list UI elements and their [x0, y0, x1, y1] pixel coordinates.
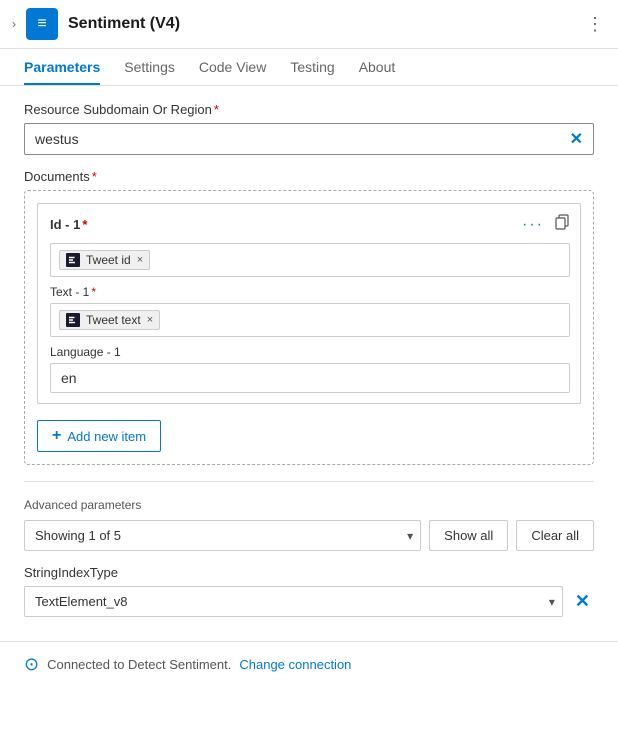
string-index-dropdown[interactable]: TextElement_v8 UnicodeCodePoint Utf16Cod…	[24, 586, 563, 617]
advanced-row: Showing 1 of 5 ▾ Show all Clear all	[24, 520, 594, 551]
showing-dropdown-wrapper: Showing 1 of 5 ▾	[24, 520, 421, 551]
tab-code-view[interactable]: Code View	[199, 49, 266, 85]
tweet-text-chip: Tweet text ×	[59, 310, 160, 330]
resource-field-label: Resource Subdomain Or Region*	[24, 102, 594, 117]
app-header: › ≡ Sentiment (V4) ⋮	[0, 0, 618, 49]
tab-about[interactable]: About	[359, 49, 396, 85]
documents-label: Documents*	[24, 169, 594, 184]
language-field-label: Language - 1	[50, 345, 570, 359]
menu-icon: ≡	[37, 15, 46, 33]
connection-icon: ⊙	[24, 654, 39, 675]
tab-bar: Parameters Settings Code View Testing Ab…	[0, 49, 618, 86]
more-options-icon[interactable]: ⋮	[586, 14, 606, 35]
footer: ⊙ Connected to Detect Sentiment. Change …	[0, 641, 618, 687]
tweet-id-label: Tweet id	[86, 253, 131, 267]
string-index-label: StringIndexType	[24, 565, 594, 580]
collapse-icon[interactable]: ›	[12, 17, 16, 31]
tweet-text-remove[interactable]: ×	[147, 314, 153, 326]
menu-button[interactable]: ≡	[26, 8, 58, 40]
tab-settings[interactable]: Settings	[124, 49, 175, 85]
page-title: Sentiment (V4)	[68, 15, 576, 33]
add-new-item-button[interactable]: + Add new item	[37, 420, 161, 452]
text-chip-input[interactable]: Tweet text ×	[50, 303, 570, 337]
main-content: Resource Subdomain Or Region* ✕ Document…	[0, 86, 618, 633]
clear-all-button[interactable]: Clear all	[516, 520, 594, 551]
chip-icon-2	[66, 313, 80, 327]
clear-string-index-icon[interactable]: ✕	[571, 587, 594, 616]
footer-text: Connected to Detect Sentiment.	[47, 657, 231, 672]
id-chip-input[interactable]: Tweet id ×	[50, 243, 570, 277]
advanced-params-label: Advanced parameters	[24, 498, 594, 512]
show-all-button[interactable]: Show all	[429, 520, 508, 551]
showing-dropdown[interactable]: Showing 1 of 5	[24, 520, 421, 551]
clear-resource-icon[interactable]: ✕	[560, 129, 593, 149]
resource-input-wrapper: ✕	[24, 123, 594, 155]
tweet-id-remove[interactable]: ×	[137, 254, 143, 266]
tab-parameters[interactable]: Parameters	[24, 49, 100, 85]
resource-input[interactable]	[25, 124, 560, 154]
language-input[interactable]	[50, 363, 570, 393]
tweet-text-label: Tweet text	[86, 313, 141, 327]
item-id-title: Id - 1*	[50, 217, 87, 232]
item-more-icon[interactable]: ···	[522, 216, 544, 234]
change-connection-link[interactable]: Change connection	[239, 657, 351, 672]
chip-icon	[66, 253, 80, 267]
documents-section: Id - 1* ···	[24, 190, 594, 465]
string-index-dropdown-wrapper: TextElement_v8 UnicodeCodePoint Utf16Cod…	[24, 586, 563, 617]
divider-1	[24, 481, 594, 482]
text-field-label: Text - 1*	[50, 285, 570, 299]
document-item-1: Id - 1* ···	[37, 203, 581, 404]
tweet-id-chip: Tweet id ×	[59, 250, 150, 270]
tab-testing[interactable]: Testing	[290, 49, 334, 85]
plus-icon: +	[52, 427, 61, 445]
string-index-row: TextElement_v8 UnicodeCodePoint Utf16Cod…	[24, 586, 594, 617]
item-actions: ···	[522, 214, 570, 235]
item-header: Id - 1* ···	[50, 214, 570, 235]
copy-icon[interactable]	[554, 214, 570, 235]
add-new-item-label: Add new item	[67, 429, 146, 444]
